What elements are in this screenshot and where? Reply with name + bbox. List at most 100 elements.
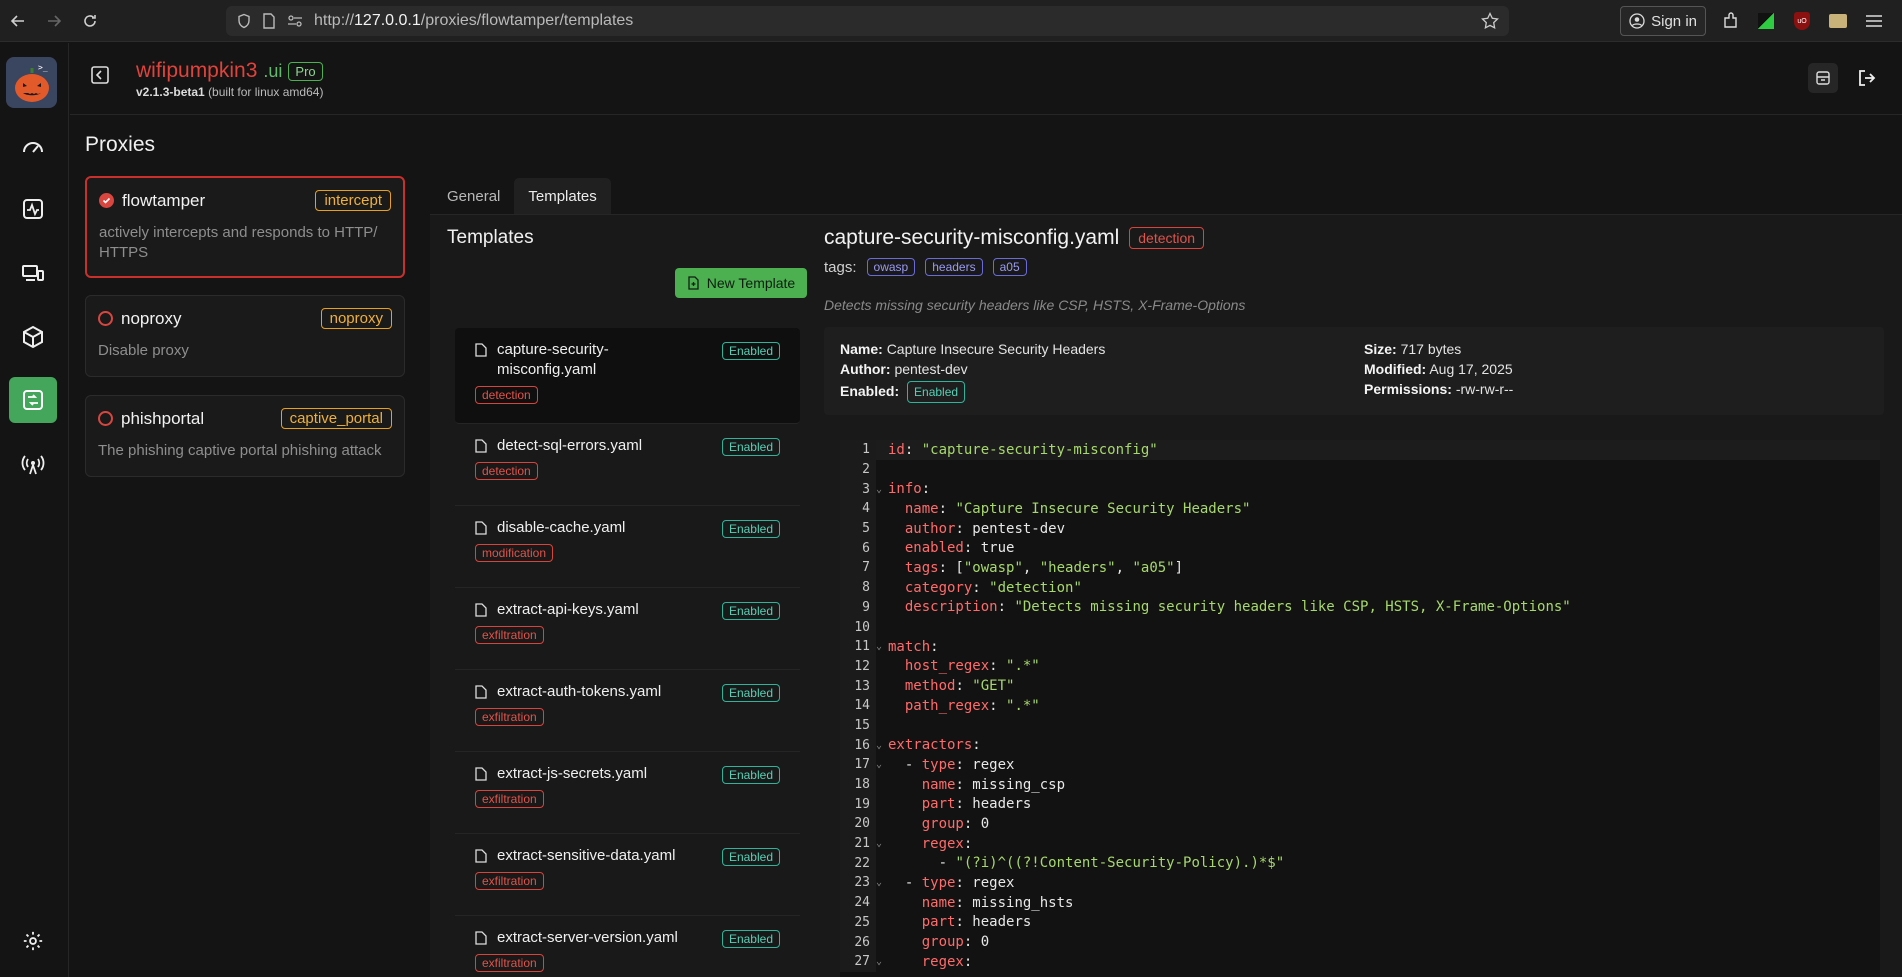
forward-button[interactable] [36,0,72,42]
code-line[interactable]: 25 part: headers [840,912,1880,933]
extensions-icon[interactable] [1718,9,1742,33]
code-line[interactable]: 19 part: headers [840,794,1880,815]
meta-label: Enabled: [840,383,900,399]
extension-green-icon[interactable] [1754,9,1778,33]
templates-title: Templates [447,227,534,248]
code-line[interactable]: 4 name: "Capture Insecure Security Heade… [840,499,1880,519]
code-line[interactable]: 26 group: 0 [840,932,1880,952]
code-line[interactable]: 12 host_regex: ".*" [840,656,1880,677]
archive-button[interactable] [1808,63,1838,93]
code-text: - type: regex [888,756,1015,773]
code-line[interactable]: 3 ⌄ info: [840,479,1880,500]
wireless-nav-button[interactable] [9,442,57,488]
fold-chevron-icon[interactable]: ⌄ [876,877,884,888]
fold-chevron-icon[interactable]: ⌄ [876,484,884,495]
proxy-name: phishportal [121,408,205,428]
collapse-sidebar-button[interactable] [90,65,112,87]
line-number: 27 [840,951,876,972]
code-editor[interactable]: 1 id: "capture-security-misconfig" 2 3 ⌄ info… [840,440,1880,977]
shield-icon [238,13,250,29]
code-line[interactable]: 27 ⌄ regex: [840,951,1880,972]
code-line[interactable]: 5 author: pentest-dev [840,518,1880,539]
address-bar[interactable]: http://127.0.0.1/proxies/flowtamper/temp… [226,6,1509,36]
code-line[interactable]: 7 tags: ["owasp", "headers", "a05"] [840,558,1880,578]
build-info: (built for linux amd64) [208,85,324,99]
url-text: http://127.0.0.1/proxies/flowtamper/temp… [314,12,634,29]
code-line[interactable]: 18 name: missing_csp [840,774,1880,795]
code-line[interactable]: 14 path_regex: ".*" [840,695,1880,716]
proxy-card-noproxy[interactable]: noproxy noproxy Disable proxy [85,295,405,377]
line-number: 19 [840,794,876,815]
bookmark-star-icon[interactable] [1481,11,1499,35]
template-item[interactable]: detect-sql-errors.yaml Enabled detection [455,424,800,506]
code-line[interactable]: 1 id: "capture-security-misconfig" [840,440,1880,460]
fold-chevron-icon[interactable]: ⌄ [876,956,884,967]
menu-icon[interactable] [1862,9,1886,33]
devices-nav-button[interactable] [9,250,57,296]
template-item[interactable]: disable-cache.yaml Enabled modification [455,506,800,588]
fold-chevron-icon[interactable]: ⌄ [876,641,884,652]
line-number: 23 [840,873,876,893]
code-line[interactable]: 8 category: "detection" [840,577,1880,598]
dashboard-nav-button[interactable] [9,124,57,170]
template-item[interactable]: extract-js-secrets.yaml Enabled exfiltra… [455,752,800,834]
code-line[interactable]: 2 [840,459,1880,480]
activity-nav-button[interactable] [9,186,57,232]
template-item[interactable]: extract-server-version.yaml Enabled exfi… [455,916,800,977]
meta-label: Author: [840,361,891,377]
ublock-icon[interactable]: uO [1790,9,1814,33]
radio-selected-icon[interactable] [99,193,114,208]
line-number: 12 [840,656,876,677]
code-line[interactable]: 11 ⌄ match: [840,636,1880,657]
arrow-right-icon [48,14,62,27]
fold-chevron-icon[interactable]: ⌄ [876,740,884,751]
devices-icon [22,265,44,281]
code-text: category: "detection" [904,579,1082,596]
template-item[interactable]: extract-api-keys.yaml Enabled exfiltrati… [455,588,800,670]
app-sidebar: >_ [0,43,69,977]
extension-icon[interactable] [1826,9,1850,33]
code-line[interactable]: 16 ⌄ extractors: [840,735,1880,755]
code-line[interactable]: 9 description: "Detects missing security… [840,597,1880,618]
code-text: group: 0 [921,934,990,951]
code-text: info: [888,481,931,498]
template-item[interactable]: extract-sensitive-data.yaml Enabled exfi… [455,834,800,916]
code-line[interactable]: 6 enabled: true [840,538,1880,559]
fold-chevron-icon[interactable]: ⌄ [876,759,884,770]
category-badge: exfiltration [475,872,544,890]
line-number: 14 [840,695,876,716]
template-item[interactable]: capture-security-misconfig.yaml Enabled … [455,328,800,424]
code-line[interactable]: 20 group: 0 [840,814,1880,834]
code-line[interactable]: 21 ⌄ regex: [840,833,1880,854]
proxy-card-flowtamper[interactable]: flowtamper intercept actively intercepts… [85,176,405,278]
back-button[interactable] [0,0,36,42]
radio-unselected-icon[interactable] [98,411,113,426]
code-line[interactable]: 10 [840,617,1880,637]
brand-name: wifipumpkin3 [136,59,258,82]
proxies-nav-button[interactable] [9,377,57,423]
proxy-card-phishportal[interactable]: phishportal captive_portal The phishing … [85,395,405,477]
tab-templates[interactable]: Templates [514,178,611,214]
brand-suffix: .ui [263,60,283,81]
new-template-button[interactable]: New Template [675,268,807,298]
code-line[interactable]: 22 - "(?i)^((?!Content-Security-Policy).… [840,853,1880,874]
code-line[interactable]: 15 [840,715,1880,736]
sign-in-button[interactable]: Sign in [1620,6,1706,36]
logout-button[interactable] [1852,63,1882,93]
proxy-name: flowtamper [122,190,206,210]
line-number: 8 [840,577,876,598]
line-number: 1 [840,440,876,460]
template-list: capture-security-misconfig.yaml Enabled … [455,328,800,977]
code-line[interactable]: 24 name: missing_hsts [840,892,1880,913]
fold-chevron-icon[interactable]: ⌄ [876,838,884,849]
code-line[interactable]: 17 ⌄ - type: regex [840,755,1880,775]
radio-unselected-icon[interactable] [98,311,113,326]
code-line[interactable]: 13 method: "GET" [840,676,1880,696]
tab-general[interactable]: General [433,178,514,214]
settings-nav-button[interactable] [9,918,57,964]
reload-button[interactable] [72,0,108,42]
template-item[interactable]: extract-auth-tokens.yaml Enabled exfiltr… [455,670,800,752]
code-line[interactable]: 23 ⌄ - type: regex [840,873,1880,893]
sign-in-label: Sign in [1651,12,1697,30]
plugins-nav-button[interactable] [9,314,57,360]
